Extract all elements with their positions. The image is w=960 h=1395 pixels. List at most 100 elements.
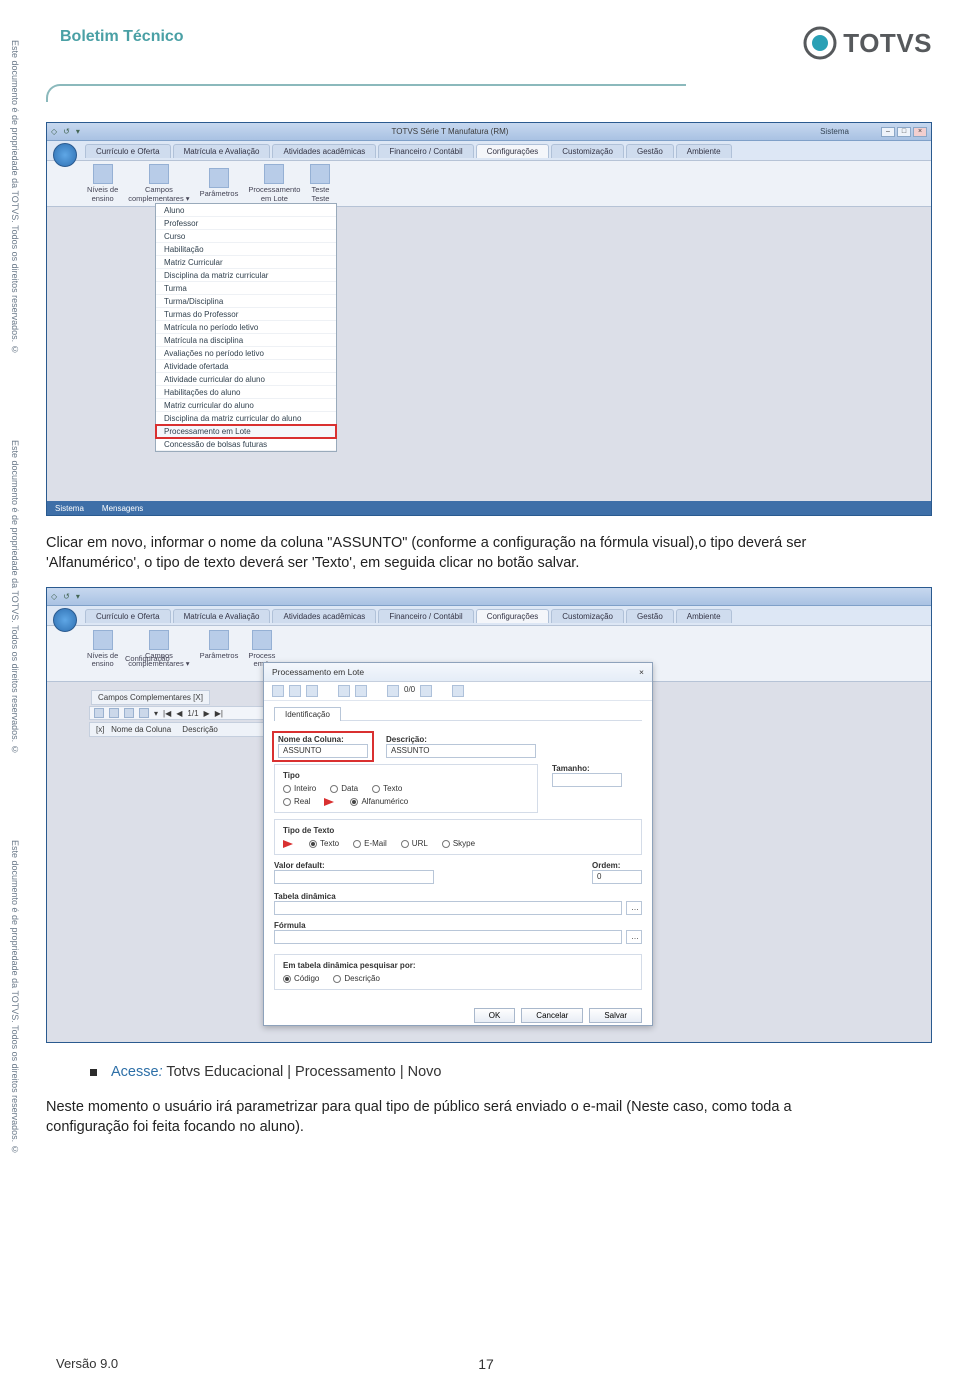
app-orb-button[interactable] [53, 608, 77, 632]
delete-icon[interactable] [124, 708, 134, 718]
dropdown-item[interactable]: Aluno [156, 204, 336, 217]
radio-texto-tipo[interactable]: Texto [372, 784, 402, 793]
app-orb-button[interactable] [53, 143, 77, 167]
legend-tipo-texto: Tipo de Texto [283, 826, 633, 835]
dropdown-item[interactable]: Habilitação [156, 243, 336, 256]
toolbar-refresh-icon[interactable] [306, 685, 318, 697]
ribbon-tab[interactable]: Gestão [626, 609, 674, 623]
ok-button[interactable]: OK [474, 1008, 516, 1023]
dropdown-item[interactable]: Matrícula na disciplina [156, 334, 336, 347]
label-tabela-dinamica: Tabela dinâmica [274, 892, 642, 901]
dropdown-item[interactable]: Curso [156, 230, 336, 243]
input-valor-default[interactable] [274, 870, 434, 884]
page-footer: Versão 9.0 17 [56, 1356, 916, 1371]
lookup-formula-button[interactable]: … [626, 930, 642, 944]
red-arrow-icon [283, 840, 293, 848]
minimize-button[interactable]: – [881, 127, 895, 137]
ribbon-tab[interactable]: Customização [551, 144, 624, 158]
dropdown-item[interactable]: Matriz Curricular [156, 256, 336, 269]
ribbon-tab[interactable]: Matrícula e Avaliação [173, 609, 271, 623]
dropdown-item[interactable]: Professor [156, 217, 336, 230]
dropdown-item[interactable]: Avaliações no período letivo [156, 347, 336, 360]
ribbon-tab[interactable]: Ambiente [676, 609, 732, 623]
dropdown-item[interactable]: Atividade curricular do aluno [156, 373, 336, 386]
dialog-tab-identificacao[interactable]: Identificação [274, 707, 341, 721]
label-descricao: Descrição: [386, 735, 536, 744]
ribbon-tab[interactable]: Financeiro / Contábil [378, 144, 473, 158]
toolbar-delete-icon[interactable] [289, 685, 301, 697]
dropdown-item[interactable]: Disciplina da matriz curricular do aluno [156, 412, 336, 425]
acesse-path: Totvs Educacional | Processamento | Novo [163, 1064, 442, 1080]
dropdown-item[interactable]: Matriz curricular do aluno [156, 399, 336, 412]
save-button[interactable]: Salvar [589, 1008, 642, 1023]
dropdown-item[interactable]: Turmas do Professor [156, 308, 336, 321]
radio-alfanumerico[interactable]: Alfanumérico [350, 797, 408, 806]
dropdown-item[interactable]: Turma/Disciplina [156, 295, 336, 308]
input-tamanho[interactable] [552, 773, 622, 787]
dropdown-item[interactable]: Atividade ofertada [156, 360, 336, 373]
dropdown-item[interactable]: Concessão de bolsas futuras [156, 438, 336, 451]
lookup-tabela-button[interactable]: … [626, 901, 642, 915]
input-descricao[interactable]: ASSUNTO [386, 744, 536, 758]
refresh-icon[interactable] [139, 708, 149, 718]
ribbon-tab[interactable]: Configurações [476, 144, 550, 158]
ribbon-tab[interactable]: Financeiro / Contábil [378, 609, 473, 623]
status-mensagens[interactable]: Mensagens [102, 504, 143, 513]
input-nome-coluna[interactable]: ASSUNTO [278, 744, 368, 758]
ribbon-tab[interactable]: Currículo e Oferta [85, 144, 171, 158]
ribbon-tab[interactable]: Matrícula e Avaliação [173, 144, 271, 158]
ribbon-toolbar: Níveis deensino Camposcomplementares ▾ Par… [47, 161, 931, 207]
red-arrow-icon [324, 798, 334, 806]
ribbon-tab[interactable]: Atividades acadêmicas [272, 144, 376, 158]
toolbar-up-icon[interactable] [338, 685, 350, 697]
label-ordem: Ordem: [592, 861, 642, 870]
dropdown-item[interactable]: Disciplina da matriz curricular [156, 269, 336, 282]
radio-url[interactable]: URL [401, 839, 428, 848]
subtab-campos-complementares[interactable]: Campos Complementares [X] [91, 690, 210, 705]
new-icon[interactable] [94, 708, 104, 718]
ribbon-tab[interactable]: Configurações [476, 609, 550, 623]
acesse-label: Acesse [111, 1064, 159, 1080]
ribbon-item[interactable]: TesteTeste [310, 164, 330, 203]
status-sistema[interactable]: Sistema [55, 504, 84, 513]
dropdown-item[interactable]: Processamento em Lote [156, 425, 336, 438]
input-formula[interactable] [274, 930, 622, 944]
cancel-button[interactable]: Cancelar [521, 1008, 583, 1023]
ribbon-tab[interactable]: Customização [551, 609, 624, 623]
radio-codigo[interactable]: Código [283, 974, 319, 983]
radio-data[interactable]: Data [330, 784, 358, 793]
radio-descricao[interactable]: Descrição [333, 974, 380, 983]
ribbon-tab[interactable]: Currículo e Oferta [85, 609, 171, 623]
ribbon-tab[interactable]: Ambiente [676, 144, 732, 158]
ribbon-item[interactable]: Processamentoem Lote [248, 164, 300, 203]
input-ordem[interactable]: 0 [592, 870, 642, 884]
toolbar-new-icon[interactable] [272, 685, 284, 697]
status-bar: Sistema Mensagens [47, 501, 931, 515]
ribbon-tab[interactable]: Atividades acadêmicas [272, 609, 376, 623]
window-title: TOTVS Série T Manufatura (RM) [392, 127, 509, 136]
dropdown-item[interactable]: Turma [156, 282, 336, 295]
window-titlebar: ◇↺▾ TOTVS Série T Manufatura (RM) Sistem… [47, 123, 931, 141]
toolbar-last-icon[interactable] [420, 685, 432, 697]
ribbon-item[interactable]: Parâmetros [200, 168, 239, 198]
radio-real[interactable]: Real [283, 797, 310, 806]
ribbon-tab[interactable]: Gestão [626, 144, 674, 158]
close-button[interactable]: × [913, 127, 927, 137]
ribbon-item[interactable]: Camposcomplementares ▾ [128, 164, 189, 203]
radio-inteiro[interactable]: Inteiro [283, 784, 316, 793]
edit-icon[interactable] [109, 708, 119, 718]
ribbon-item[interactable]: Níveis deensino [87, 164, 118, 203]
radio-email[interactable]: E-Mail [353, 839, 387, 848]
toolbar-down-icon[interactable] [355, 685, 367, 697]
dropdown-item[interactable]: Habilitações do aluno [156, 386, 336, 399]
ribbon-item[interactable]: Níveis deensino [87, 630, 118, 669]
toolbar-first-icon[interactable] [387, 685, 399, 697]
ribbon-item[interactable]: Parâmetros [200, 630, 239, 660]
maximize-button[interactable]: □ [897, 127, 911, 137]
radio-texto[interactable]: Texto [309, 839, 339, 848]
dropdown-item[interactable]: Matrícula no período letivo [156, 321, 336, 334]
radio-skype[interactable]: Skype [442, 839, 475, 848]
toolbar-attach-icon[interactable] [452, 685, 464, 697]
dialog-close-button[interactable]: × [639, 667, 644, 677]
input-tabela-dinamica[interactable] [274, 901, 622, 915]
